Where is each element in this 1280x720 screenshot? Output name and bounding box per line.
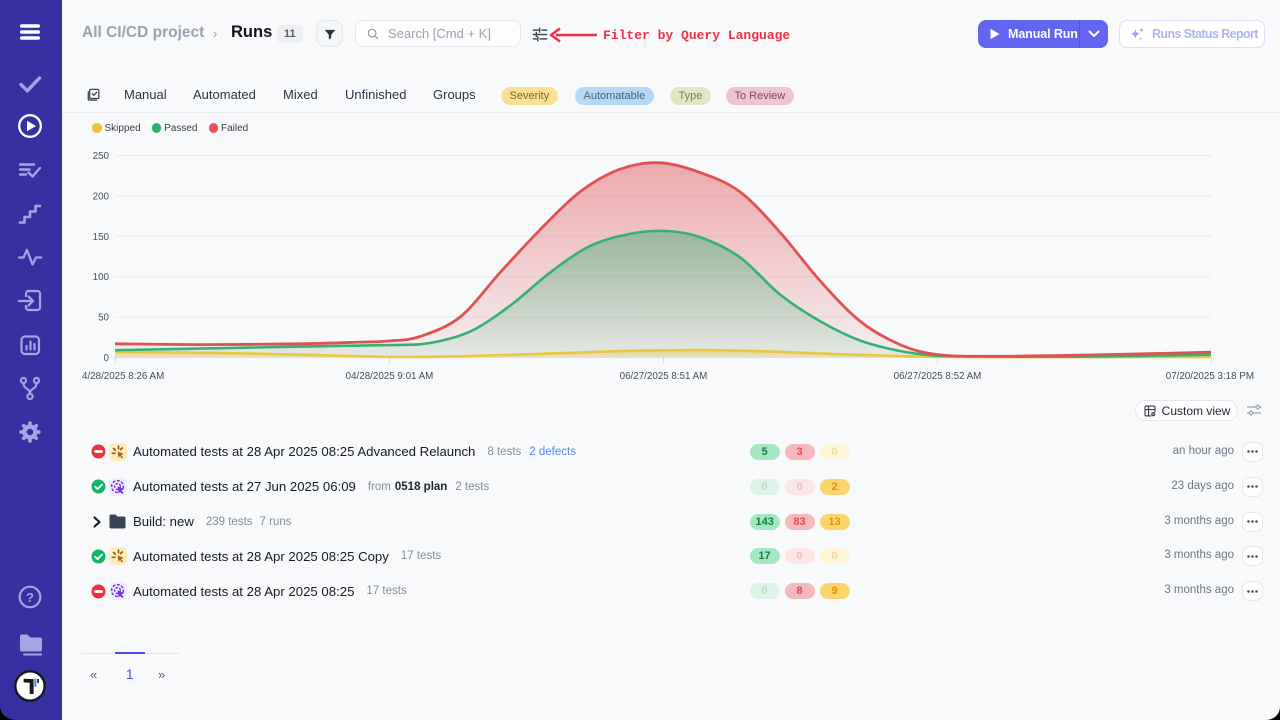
svg-text:100: 100 — [93, 272, 110, 283]
svg-text:06/27/2025 8:52 AM: 06/27/2025 8:52 AM — [894, 371, 982, 382]
svg-text:150: 150 — [93, 232, 110, 243]
svg-text:50: 50 — [98, 313, 109, 324]
svg-text:0: 0 — [104, 353, 110, 364]
svg-text:250: 250 — [93, 151, 110, 162]
svg-text:07/20/2025 3:18 PM: 07/20/2025 3:18 PM — [1166, 371, 1254, 382]
svg-text:06/27/2025 8:51 AM: 06/27/2025 8:51 AM — [620, 371, 708, 382]
svg-text:?: ? — [26, 590, 34, 605]
svg-text:200: 200 — [93, 191, 110, 202]
svg-text:04/28/2025 9:01 AM: 04/28/2025 9:01 AM — [346, 371, 434, 382]
svg-text:4/28/2025 8:26 AM: 4/28/2025 8:26 AM — [82, 371, 164, 382]
